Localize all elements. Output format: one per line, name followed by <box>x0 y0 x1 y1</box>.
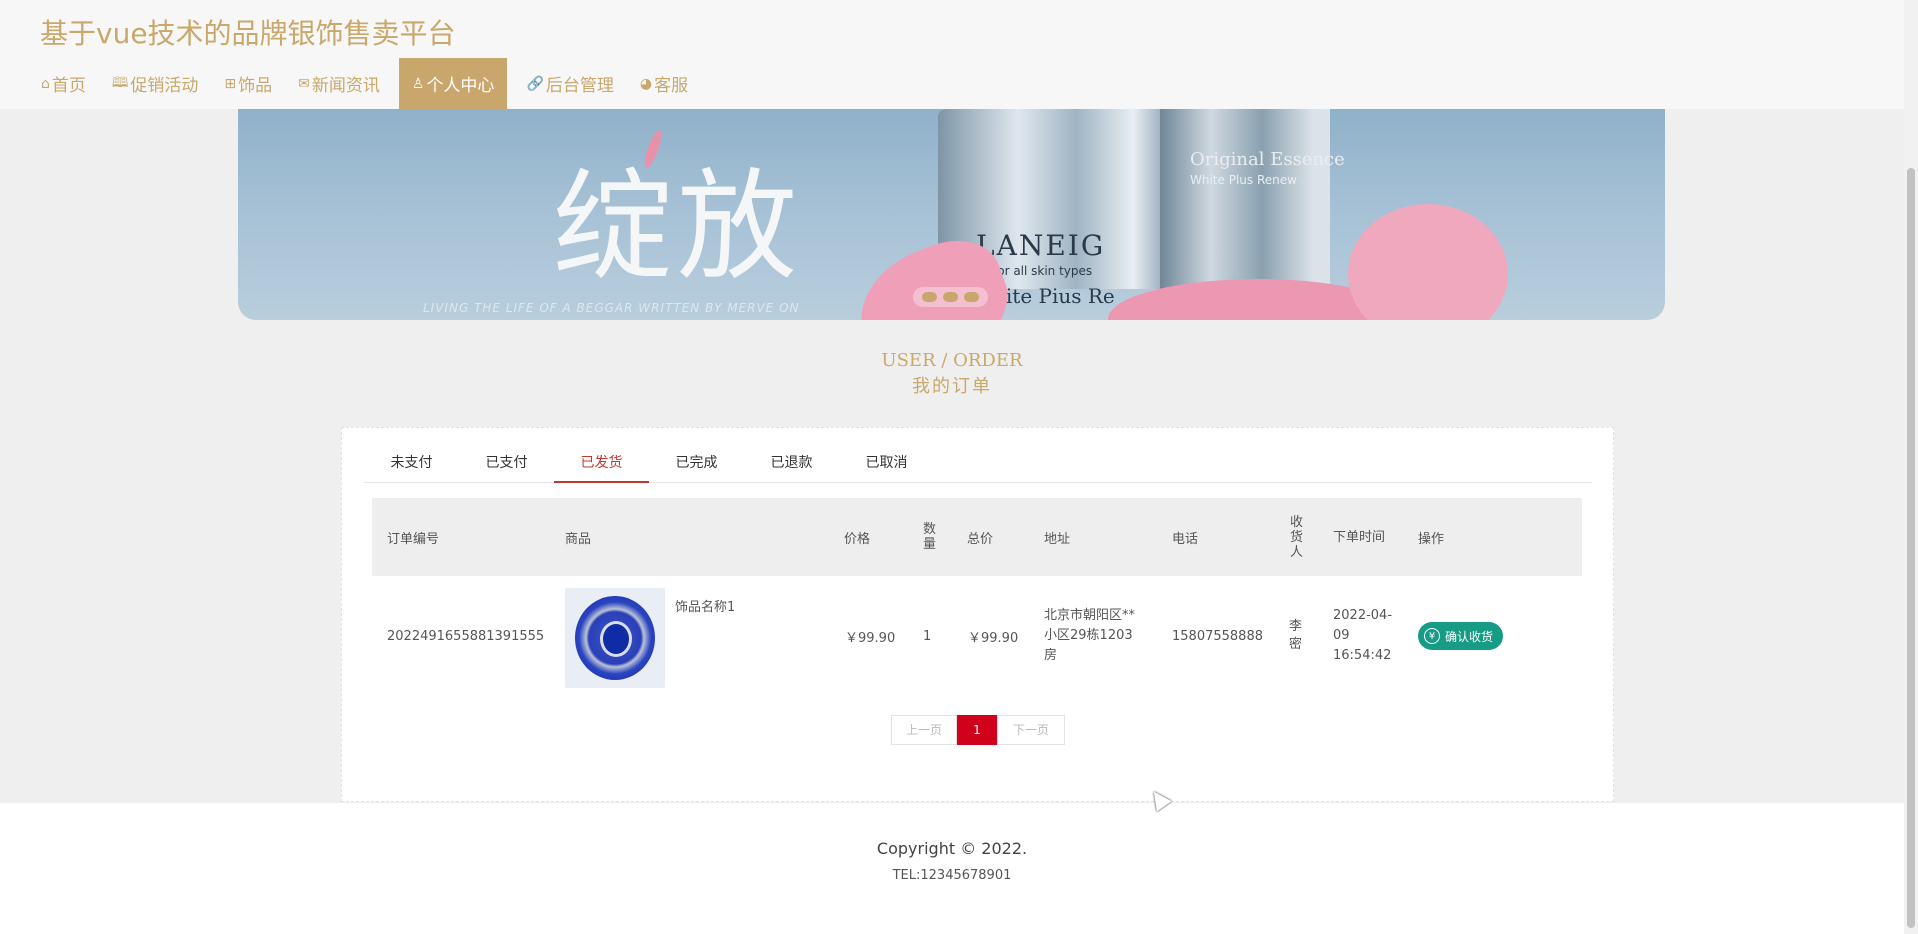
nav-jewelry[interactable]: ⊞ 饰品 <box>211 58 285 109</box>
carousel-dot[interactable] <box>943 292 958 302</box>
nav-label: 首页 <box>51 76 86 96</box>
order-table: 订单编号 商品 价格 数量 总价 地址 电话 收货人 下单时间 操作 20224… <box>372 498 1582 696</box>
receiver-value: 李密 <box>1289 619 1303 652</box>
tel-text: TEL:12345678901 <box>892 868 1012 883</box>
bottle-line2: White Plus Renew <box>1190 173 1297 187</box>
product-name: 饰品名称1 <box>675 600 736 615</box>
confirm-receipt-label: 确认收货 <box>1445 629 1494 644</box>
phone-value: 15807558888 <box>1172 628 1263 644</box>
banner-headline: 绽放 <box>553 158 801 297</box>
th-order-no: 订单编号 <box>387 531 440 547</box>
home-icon: ⌂ <box>41 75 50 92</box>
book-icon: 🕮 <box>111 74 129 91</box>
decor-petal <box>1348 204 1508 320</box>
qty-value: 1 <box>923 628 932 644</box>
th-address: 地址 <box>1044 531 1071 547</box>
action-cell: ¥ 确认收货 <box>1418 576 1504 696</box>
tab-cancelled[interactable]: 已取消 <box>839 443 934 483</box>
page-number-current[interactable]: 1 <box>957 715 997 745</box>
link-icon: 🔗 <box>526 75 544 92</box>
address-value: 北京市朝阳区**小区29栋1203房 <box>1044 608 1136 663</box>
table-row: 2022491655881391555 饰品名称1 ￥99.90 1 ￥99.9… <box>372 576 1582 696</box>
nav-label: 个人中心 <box>426 76 495 96</box>
site-title: 基于vue技术的品牌银饰售卖平台 <box>40 17 456 50</box>
nav-label: 饰品 <box>238 76 273 96</box>
carousel-indicators <box>913 287 988 307</box>
tab-shipped[interactable]: 已发货 <box>554 443 649 483</box>
confirm-receipt-button[interactable]: ¥ 确认收货 <box>1418 622 1504 650</box>
headset-icon: ◕ <box>639 75 653 92</box>
next-page-button[interactable]: 下一页 <box>997 715 1065 745</box>
user-icon: ♙ <box>411 75 425 92</box>
section-title-cn: 我的订单 <box>912 376 992 397</box>
main-nav: ⌂ 首页 🕮 促销活动 ⊞ 饰品 ✉ 新闻资讯 ♙ 个人中心 🔗 后台管理 ◕ … <box>28 58 701 109</box>
th-qty: 数量 <box>922 522 936 552</box>
banner-tagline: LIVING THE LIFE OF A BEGGAR WRITTEN BY M… <box>423 301 800 315</box>
nav-admin[interactable]: 🔗 后台管理 <box>513 58 626 109</box>
gift-icon: ⊞ <box>224 75 237 92</box>
table-header: 订单编号 商品 价格 数量 总价 地址 电话 收货人 下单时间 操作 <box>372 498 1582 576</box>
th-phone: 电话 <box>1172 531 1199 547</box>
th-product: 商品 <box>565 531 592 547</box>
tab-completed[interactable]: 已完成 <box>649 443 744 483</box>
pagination: 上一页 1 下一页 <box>891 715 1065 745</box>
order-status-tabs: 未支付 已支付 已发货 已完成 已退款 已取消 <box>364 443 1592 483</box>
section-title-en: USER / ORDER <box>881 350 1023 371</box>
carousel-dot[interactable] <box>922 292 937 302</box>
nav-label: 新闻资讯 <box>311 76 380 96</box>
th-time: 下单时间 <box>1333 529 1386 545</box>
copyright-text: Copyright © 2022. <box>876 839 1028 858</box>
carousel-dot[interactable] <box>964 292 979 302</box>
price-value: ￥99.90 <box>845 630 896 646</box>
total-value: ￥99.90 <box>968 630 1019 646</box>
nav-user-center[interactable]: ♙ 个人中心 <box>398 58 508 109</box>
site-header: 基于vue技术的品牌银饰售卖平台 ⌂ 首页 🕮 促销活动 ⊞ 饰品 ✉ 新闻资讯… <box>0 0 1904 109</box>
order-no: 2022491655881391555 <box>387 628 545 644</box>
nav-label: 后台管理 <box>545 76 614 96</box>
th-total: 总价 <box>967 531 994 547</box>
th-receiver: 收货人 <box>1289 514 1303 560</box>
brooch-gem <box>603 624 629 654</box>
prev-page-button[interactable]: 上一页 <box>891 715 957 745</box>
order-time: 2022-04-09 16:54:42 <box>1333 608 1393 663</box>
nav-news[interactable]: ✉ 新闻资讯 <box>285 58 393 109</box>
order-panel: 未支付 已支付 已发货 已完成 已退款 已取消 订单编号 商品 价格 数量 总价… <box>341 427 1614 802</box>
th-price: 价格 <box>844 531 871 547</box>
nav-label: 促销活动 <box>130 76 199 96</box>
nav-promotions[interactable]: 🕮 促销活动 <box>99 58 212 109</box>
banner-carousel[interactable]: 绽放 LIVING THE LIFE OF A BEGGAR WRITTEN B… <box>238 109 1665 320</box>
nav-home[interactable]: ⌂ 首页 <box>28 58 99 109</box>
tab-unpaid[interactable]: 未支付 <box>364 443 459 483</box>
yen-icon: ¥ <box>1424 628 1440 644</box>
scrollbar-thumb[interactable] <box>1907 168 1915 928</box>
th-action: 操作 <box>1418 531 1445 547</box>
bottle-line1: Original Essence <box>1190 149 1345 170</box>
jar-line1: for all skin types <box>993 264 1093 278</box>
site-footer: Copyright © 2022. TEL:12345678901 <box>0 803 1904 934</box>
nav-service[interactable]: ◕ 客服 <box>627 58 701 109</box>
jar-brand: LANEIG <box>976 229 1106 262</box>
nav-label: 客服 <box>654 76 689 96</box>
product-thumbnail[interactable] <box>565 588 665 688</box>
page-scrollbar[interactable] <box>1904 0 1918 934</box>
tab-refunded[interactable]: 已退款 <box>744 443 839 483</box>
mail-icon: ✉ <box>298 75 310 92</box>
tab-paid[interactable]: 已支付 <box>459 443 554 483</box>
jar-line2: hite Pius Re <box>993 284 1115 308</box>
